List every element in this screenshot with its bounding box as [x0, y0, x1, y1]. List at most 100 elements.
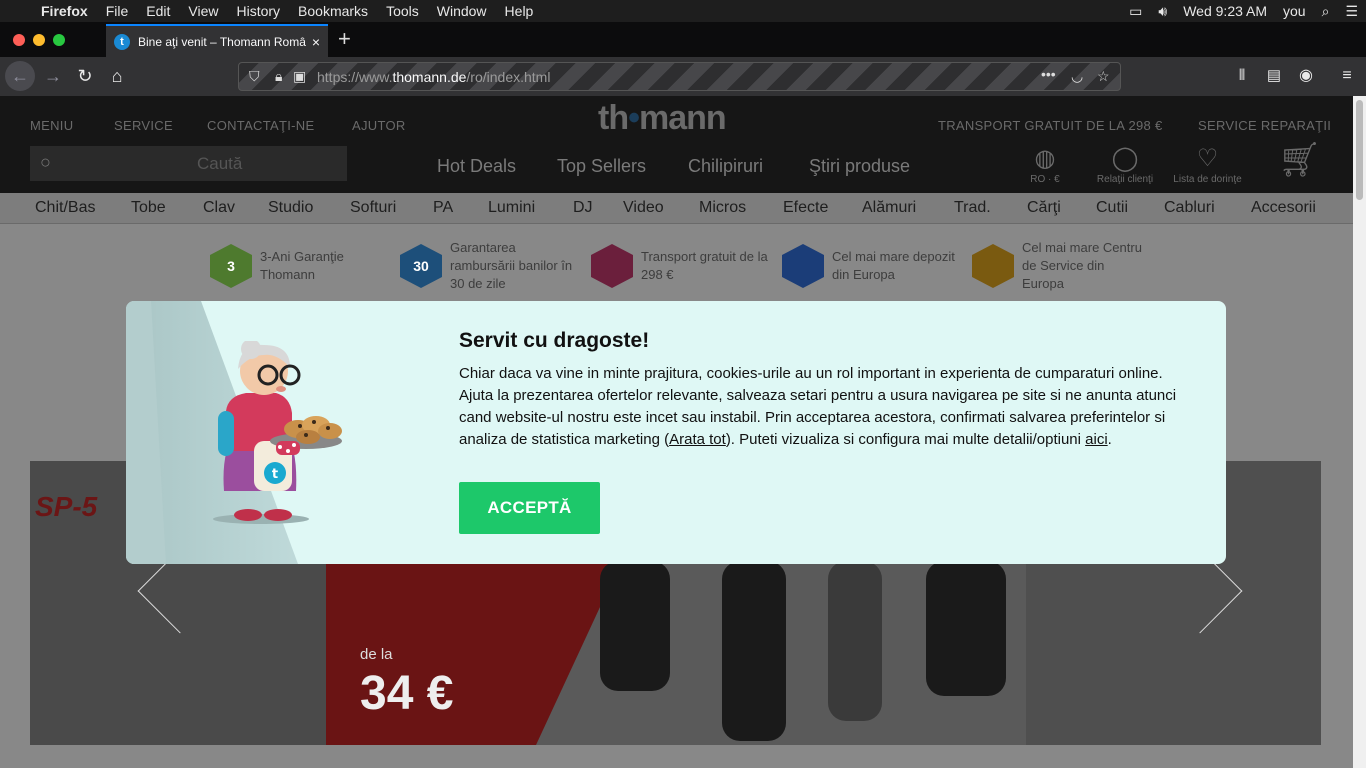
category-item[interactable]: Cutii [1096, 199, 1128, 217]
forward-arrow-icon[interactable]: → [38, 61, 68, 91]
nav-top-sellers[interactable]: Top Sellers [557, 156, 646, 177]
link-contact[interactable]: CONTACTAŢI-NE [207, 118, 314, 133]
category-item[interactable]: Efecte [783, 199, 828, 217]
window-zoom-button[interactable] [53, 34, 65, 46]
category-item[interactable]: Trad. [954, 199, 991, 217]
category-item[interactable]: Tobe [131, 199, 166, 217]
spotlight-search-icon[interactable]: ⌕ [1314, 3, 1338, 20]
page-scrollbar[interactable] [1353, 96, 1366, 768]
gear-icon [972, 244, 1014, 288]
customer-relations-link[interactable]: ◯ Relaţii clienţi [1090, 144, 1160, 185]
wishlist-link[interactable]: ♡ Lista de dorinţe [1165, 144, 1250, 185]
menu-tools[interactable]: Tools [377, 0, 428, 22]
thomann-favicon-icon: t [114, 33, 130, 50]
category-item[interactable]: Studio [268, 199, 313, 217]
notification-center-icon[interactable]: ☰ [1337, 3, 1366, 20]
reload-icon[interactable]: ↻ [70, 61, 100, 91]
heart-icon: ♡ [1196, 145, 1219, 172]
menu-app-firefox[interactable]: Firefox [32, 0, 97, 22]
category-item[interactable]: Cabluri [1164, 199, 1215, 217]
search-icon: ○ [40, 152, 51, 172]
cookie-consent-dialog: t Servit cu dragoste! Chiar daca va vine… [126, 301, 1226, 564]
search-placeholder: Caută [197, 154, 243, 173]
window-minimize-button[interactable] [33, 34, 45, 46]
account-icon[interactable]: ◉ [1291, 61, 1321, 91]
scrollbar-thumb[interactable] [1356, 100, 1363, 200]
person-icon: ◯ [1111, 145, 1139, 172]
category-item[interactable]: Accesorii [1251, 199, 1316, 217]
pocket-icon[interactable]: ◡ [1071, 68, 1083, 85]
category-bar: Chit/Bas Tobe Clav Studio Softuri PA Lum… [0, 193, 1353, 224]
volume-icon[interactable]: 🔊︎ [1150, 3, 1175, 20]
menu-bookmarks[interactable]: Bookmarks [289, 0, 377, 22]
benefit-money-back[interactable]: 30 Garantarea rambursării banilor în 30 … [400, 240, 575, 291]
category-item[interactable]: Softuri [350, 199, 396, 217]
link-service[interactable]: SERVICE [114, 118, 173, 133]
tab-close-icon[interactable]: × [312, 34, 320, 50]
tab-strip: t Bine aţi venit – Thomann Român × + [0, 22, 1366, 57]
category-item[interactable]: Lumini [488, 199, 535, 217]
category-item[interactable]: PA [433, 199, 453, 217]
nav-hot-deals[interactable]: Hot Deals [437, 156, 516, 177]
accept-cookies-button[interactable]: ACCEPTĂ [459, 482, 600, 534]
nav-stiri-produse[interactable]: Ştiri produse [809, 156, 910, 177]
keyboard-model-text: SP-5 [35, 491, 98, 522]
link-ajutor[interactable]: AJUTOR [352, 118, 406, 133]
menu-help[interactable]: Help [496, 0, 543, 22]
menu-history[interactable]: History [227, 0, 289, 22]
microphone-image [722, 561, 786, 741]
configure-here-link[interactable]: aici [1085, 431, 1108, 448]
macos-menubar: Firefox File Edit View History Bookmarks… [0, 0, 1366, 22]
benefit-service-center[interactable]: Cel mai mare Centru de Service din Europ… [972, 240, 1142, 291]
display-mirroring-icon[interactable]: ▭ [1121, 3, 1150, 20]
grandma-baking-illustration: t [213, 341, 342, 524]
link-meniu[interactable]: MENIU [30, 118, 73, 133]
promo-price: 34 € [360, 667, 454, 720]
language-currency-selector[interactable]: ◍ RO · € [1025, 144, 1065, 185]
link-repair-service[interactable]: SERVICE REPARAŢII [1198, 118, 1331, 133]
category-item[interactable]: Video [623, 199, 664, 217]
promo-from-label: de la [360, 646, 393, 663]
menu-edit[interactable]: Edit [137, 0, 179, 22]
sidebar-icon[interactable]: ▤ [1259, 61, 1289, 91]
site-search-input[interactable]: ○ Caută [30, 146, 347, 181]
hamburger-menu-icon[interactable]: ≡ [1332, 61, 1362, 91]
benefit-free-shipping[interactable]: Transport gratuit de la 298 € [591, 241, 771, 291]
microphone-image [926, 561, 1006, 696]
show-all-link[interactable]: Arata tot [669, 431, 726, 448]
permissions-icon[interactable]: ▣ [293, 68, 306, 85]
category-item[interactable]: Micros [699, 199, 746, 217]
new-tab-button[interactable]: + [338, 26, 351, 52]
microphone-image [828, 561, 882, 721]
browser-tab[interactable]: t Bine aţi venit – Thomann Român × [106, 24, 328, 57]
category-item[interactable]: Cărţi [1027, 199, 1061, 217]
microphone-image [600, 561, 670, 691]
bookmark-star-icon[interactable]: ☆ [1097, 68, 1110, 85]
category-item[interactable]: Clav [203, 199, 235, 217]
menubar-user[interactable]: you [1275, 3, 1314, 19]
menu-file[interactable]: File [97, 0, 138, 22]
tracking-shield-icon[interactable]: ⛉ [249, 68, 260, 85]
benefit-warehouse[interactable]: Cel mai mare depozit din Europa [782, 241, 957, 291]
category-item[interactable]: Chit/Bas [35, 199, 95, 217]
home-icon[interactable]: ⌂ [102, 61, 132, 91]
site-header: MENIU SERVICE CONTACTAŢI-NE AJUTOR th•ma… [0, 96, 1353, 193]
url-text: https://www.thomann.de/ro/index.html [317, 68, 551, 85]
category-item[interactable]: Alămuri [862, 199, 916, 217]
menubar-clock[interactable]: Wed 9:23 AM [1175, 3, 1275, 19]
page-actions-icon[interactable]: ••• [1041, 66, 1056, 82]
link-free-shipping[interactable]: TRANSPORT GRATUIT DE LA 298 € [938, 118, 1162, 133]
truck-icon [591, 244, 633, 288]
back-arrow-icon[interactable]: ← [5, 61, 35, 91]
menu-view[interactable]: View [179, 0, 227, 22]
thomann-logo[interactable]: th•mann [598, 99, 727, 138]
category-item[interactable]: DJ [573, 199, 593, 217]
benefit-warranty[interactable]: 3 3-Ani Garanţie Thomann [210, 241, 360, 291]
menu-window[interactable]: Window [428, 0, 496, 22]
shopping-cart-icon[interactable]: 🛒︎ [1278, 140, 1321, 180]
nav-chilipiruri[interactable]: Chilipiruri [688, 156, 763, 177]
window-close-button[interactable] [13, 34, 25, 46]
url-bar[interactable]: ⛉ 🔒︎ ▣ https://www.thomann.de/ro/index.h… [238, 62, 1121, 91]
lock-icon[interactable]: 🔒︎ [275, 68, 282, 85]
library-icon[interactable]: ⫴ [1227, 61, 1257, 91]
